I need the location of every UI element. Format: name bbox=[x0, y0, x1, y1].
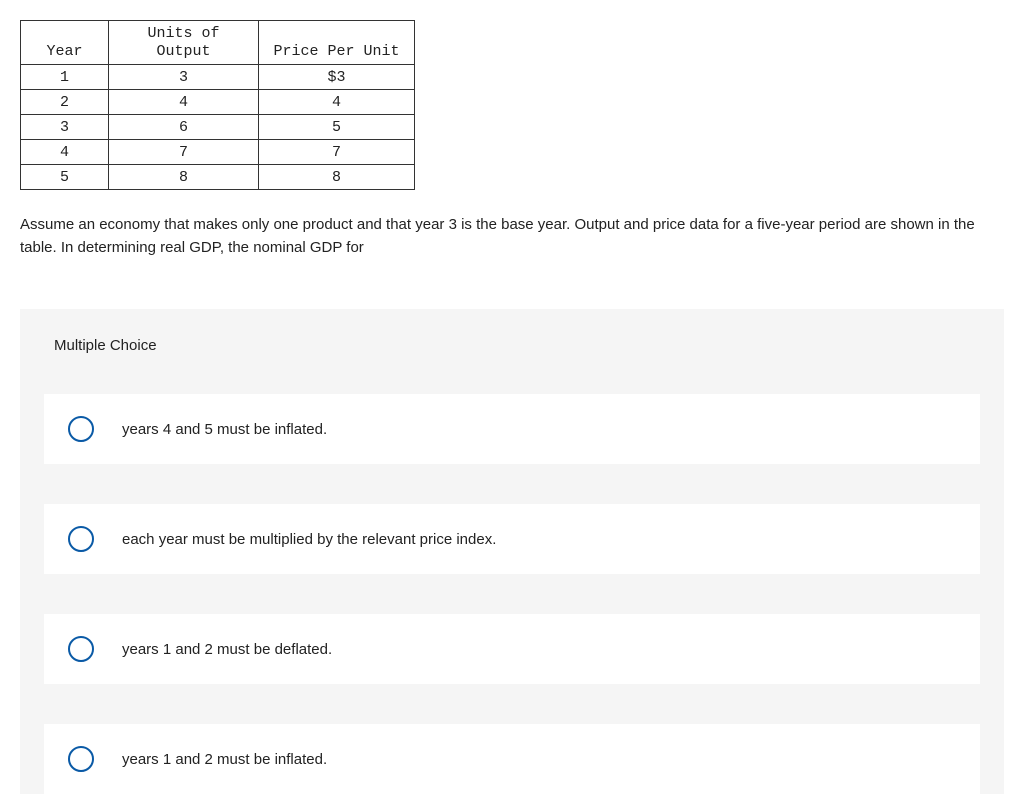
question-text: Assume an economy that makes only one pr… bbox=[20, 214, 1004, 259]
cell-year: 1 bbox=[21, 65, 109, 90]
header-year: Year bbox=[21, 21, 109, 65]
radio-icon[interactable] bbox=[68, 746, 94, 772]
table-row: 2 4 4 bbox=[21, 90, 415, 115]
cell-units: 3 bbox=[109, 65, 259, 90]
cell-price: 5 bbox=[259, 115, 415, 140]
header-price: Price Per Unit bbox=[259, 21, 415, 65]
table-header-row: Year Units of Output Price Per Unit bbox=[21, 21, 415, 65]
cell-year: 4 bbox=[21, 140, 109, 165]
choice-text: each year must be multiplied by the rele… bbox=[122, 531, 496, 548]
cell-units: 4 bbox=[109, 90, 259, 115]
header-units: Units of Output bbox=[109, 21, 259, 65]
cell-price: 7 bbox=[259, 140, 415, 165]
radio-icon[interactable] bbox=[68, 636, 94, 662]
answer-panel: Multiple Choice years 4 and 5 must be in… bbox=[20, 309, 1004, 794]
choice-text: years 4 and 5 must be inflated. bbox=[122, 421, 327, 438]
choice-option[interactable]: each year must be multiplied by the rele… bbox=[44, 504, 980, 574]
cell-price: 4 bbox=[259, 90, 415, 115]
table-row: 4 7 7 bbox=[21, 140, 415, 165]
cell-price: $3 bbox=[259, 65, 415, 90]
radio-icon[interactable] bbox=[68, 526, 94, 552]
multiple-choice-label: Multiple Choice bbox=[54, 337, 980, 354]
choice-option[interactable]: years 1 and 2 must be inflated. bbox=[44, 724, 980, 794]
table-row: 3 6 5 bbox=[21, 115, 415, 140]
data-table: Year Units of Output Price Per Unit 1 3 … bbox=[20, 20, 415, 190]
choice-text: years 1 and 2 must be deflated. bbox=[122, 641, 332, 658]
table-row: 1 3 $3 bbox=[21, 65, 415, 90]
choice-option[interactable]: years 1 and 2 must be deflated. bbox=[44, 614, 980, 684]
cell-year: 5 bbox=[21, 165, 109, 190]
cell-units: 8 bbox=[109, 165, 259, 190]
table-row: 5 8 8 bbox=[21, 165, 415, 190]
choice-text: years 1 and 2 must be inflated. bbox=[122, 751, 327, 768]
cell-price: 8 bbox=[259, 165, 415, 190]
cell-year: 3 bbox=[21, 115, 109, 140]
cell-units: 6 bbox=[109, 115, 259, 140]
cell-year: 2 bbox=[21, 90, 109, 115]
radio-icon[interactable] bbox=[68, 416, 94, 442]
cell-units: 7 bbox=[109, 140, 259, 165]
choice-option[interactable]: years 4 and 5 must be inflated. bbox=[44, 394, 980, 464]
